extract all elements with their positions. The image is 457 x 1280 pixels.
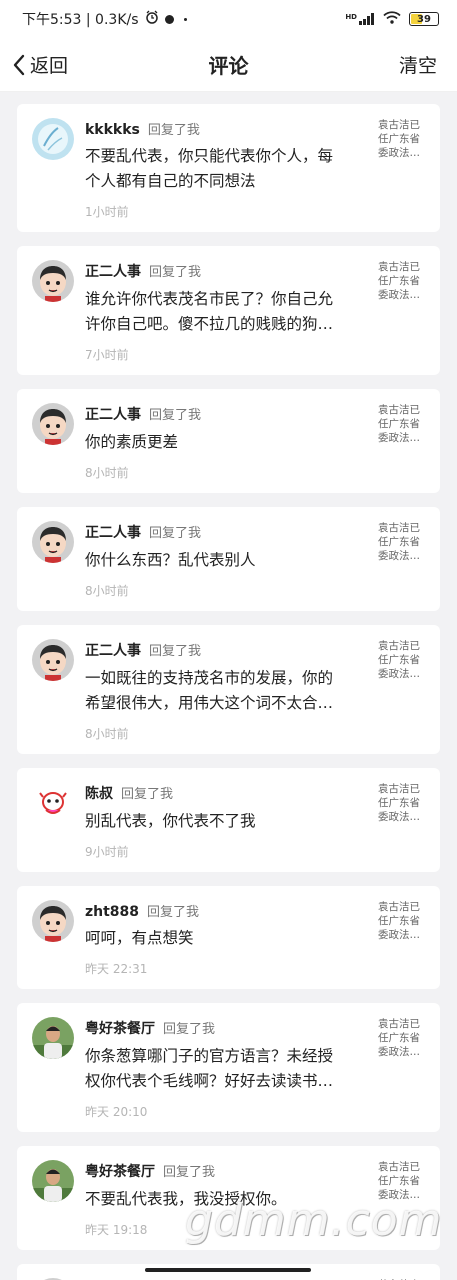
reply-label: 回复了我	[149, 408, 202, 423]
reply-label: 回复了我	[147, 905, 200, 920]
original-post-snippet[interactable]: 袁古洁已任广东省委政法…	[378, 521, 424, 563]
avatar[interactable]	[32, 118, 74, 160]
comment-header: 正二人事 回复了我	[85, 404, 340, 424]
small-dot-icon	[183, 17, 187, 21]
chevron-left-icon	[13, 54, 25, 75]
comment-text[interactable]: 一如既往的支持茂名市的发展，你的希望很伟大，用伟大这个词不太合…	[85, 666, 340, 716]
comment-card[interactable]: 有什么事找我 回复了我 茂名的人	[17, 1264, 440, 1280]
comment-header: 正二人事 回复了我	[85, 640, 340, 660]
status-left: 下午5:53 | 0.3K/s	[22, 9, 187, 29]
comment-text[interactable]: 别乱代表，你代表不了我	[85, 809, 340, 834]
avatar[interactable]	[32, 403, 74, 445]
notification-dot-icon	[164, 14, 174, 24]
comment-time: 8小时前	[85, 727, 129, 741]
comment-card[interactable]: 正二人事 回复了我 你的素质更差 8小时前 袁古洁已任广东省委政法…	[17, 389, 440, 493]
comment-time: 昨天 22:31	[85, 962, 148, 976]
hd-label: HD	[345, 13, 357, 21]
comment-header: 粤好茶餐厅 回复了我	[85, 1018, 340, 1038]
original-post-snippet[interactable]: 袁古洁已任广东省委政法…	[378, 1017, 424, 1059]
comment-username[interactable]: kkkkks	[85, 122, 140, 138]
original-post-snippet[interactable]: 袁古洁已任广东省委政法…	[378, 782, 424, 824]
comment-text[interactable]: 呵呵，有点想笑	[85, 926, 340, 951]
comment-text[interactable]: 你的素质更差	[85, 430, 340, 455]
comment-header: 正二人事 回复了我	[85, 261, 340, 281]
avatar[interactable]	[32, 900, 74, 942]
clear-button[interactable]: 清空	[399, 51, 437, 78]
comment-card[interactable]: zht888 回复了我 呵呵，有点想笑 昨天 22:31 袁古洁已任广东省委政法…	[17, 886, 440, 989]
comment-time: 7小时前	[85, 348, 129, 362]
comment-card[interactable]: 正二人事 回复了我 谁允许你代表茂名市民了？你自己允许你自己吧。傻不拉几的贱贱的…	[17, 246, 440, 375]
comment-username[interactable]: 正二人事	[85, 522, 141, 542]
comment-card[interactable]: 陈叔 回复了我 别乱代表，你代表不了我 9小时前 袁古洁已任广东省委政法…	[17, 768, 440, 872]
avatar[interactable]	[32, 260, 74, 302]
avatar[interactable]	[32, 1160, 74, 1202]
back-button[interactable]: 返回	[12, 51, 68, 78]
reply-label: 回复了我	[149, 644, 202, 659]
comment-time: 8小时前	[85, 466, 129, 480]
comment-text[interactable]: 你什么东西？乱代表别人	[85, 548, 340, 573]
comment-header: 正二人事 回复了我	[85, 522, 340, 542]
comment-header: kkkkks 回复了我	[85, 119, 340, 138]
original-post-snippet[interactable]: 袁古洁已任广东省委政法…	[378, 118, 424, 160]
comment-text[interactable]: 不要乱代表，你只能代表你个人，每个人都有自己的不同想法	[85, 144, 340, 194]
original-post-snippet[interactable]: 袁古洁已任广东省委政法…	[378, 260, 424, 302]
comment-time: 9小时前	[85, 845, 129, 859]
reply-label: 回复了我	[121, 787, 174, 802]
page-title: 评论	[208, 54, 249, 78]
comment-text[interactable]: 谁允许你代表茂名市民了？你自己允许你自己吧。傻不拉几的贱贱的狗…	[85, 287, 340, 337]
comment-time: 1小时前	[85, 205, 129, 219]
reply-label: 回复了我	[147, 123, 200, 138]
comment-header: 粤好茶餐厅 回复了我	[85, 1161, 340, 1181]
nav-bar: 返回 评论 清空	[0, 38, 457, 92]
comment-card[interactable]: 粤好茶餐厅 回复了我 你条葱算哪门子的官方语言？未经授权你代表个毛线啊？好好去读…	[17, 1003, 440, 1132]
reply-label: 回复了我	[163, 1165, 216, 1180]
signal-icon: HD	[345, 13, 375, 25]
original-post-snippet[interactable]: 袁古洁已任广东省委政法…	[378, 900, 424, 942]
comment-username[interactable]: 陈叔	[85, 783, 113, 803]
comment-card[interactable]: 正二人事 回复了我 一如既往的支持茂名市的发展，你的希望很伟大，用伟大这个词不太…	[17, 625, 440, 754]
comment-header: 陈叔 回复了我	[85, 783, 340, 803]
comment-text[interactable]: 你条葱算哪门子的官方语言？未经授权你代表个毛线啊？好好去读读书…	[85, 1044, 340, 1094]
comment-list: kkkkks 回复了我 不要乱代表，你只能代表你个人，每个人都有自己的不同想法 …	[0, 92, 457, 1280]
original-post-snippet[interactable]: 袁古洁已任广东省委政法…	[378, 639, 424, 681]
back-label: 返回	[30, 55, 69, 77]
status-bar: 下午5:53 | 0.3K/s HD 39	[0, 0, 457, 38]
comment-username[interactable]: 正二人事	[85, 404, 141, 424]
avatar[interactable]	[32, 639, 74, 681]
comment-username[interactable]: 正二人事	[85, 640, 141, 660]
comment-card[interactable]: kkkkks 回复了我 不要乱代表，你只能代表你个人，每个人都有自己的不同想法 …	[17, 104, 440, 232]
comment-time: 8小时前	[85, 584, 129, 598]
comment-header: zht888 回复了我	[85, 901, 340, 920]
home-indicator[interactable]	[145, 1268, 311, 1272]
avatar[interactable]	[32, 521, 74, 563]
watermark: gdmm.com	[185, 1195, 443, 1246]
reply-label: 回复了我	[149, 526, 202, 541]
status-time: 下午5:53 | 0.3K/s	[22, 12, 139, 28]
comment-username[interactable]: 粤好茶餐厅	[85, 1018, 155, 1038]
comment-username[interactable]: zht888	[85, 904, 139, 920]
avatar[interactable]	[32, 1017, 74, 1059]
reply-label: 回复了我	[149, 265, 202, 280]
comment-card[interactable]: 正二人事 回复了我 你什么东西？乱代表别人 8小时前 袁古洁已任广东省委政法…	[17, 507, 440, 611]
reply-label: 回复了我	[163, 1022, 216, 1037]
comment-username[interactable]: 正二人事	[85, 261, 141, 281]
alarm-icon	[145, 10, 159, 28]
comment-time: 昨天 20:10	[85, 1105, 148, 1119]
original-post-snippet[interactable]: 袁古洁已任广东省委政法…	[378, 403, 424, 445]
avatar[interactable]	[32, 782, 74, 824]
status-right: HD 39	[345, 11, 439, 27]
battery-percent: 39	[417, 13, 431, 25]
battery-icon: 39	[409, 12, 439, 26]
wifi-icon	[383, 11, 401, 27]
comment-username[interactable]: 粤好茶餐厅	[85, 1161, 155, 1181]
